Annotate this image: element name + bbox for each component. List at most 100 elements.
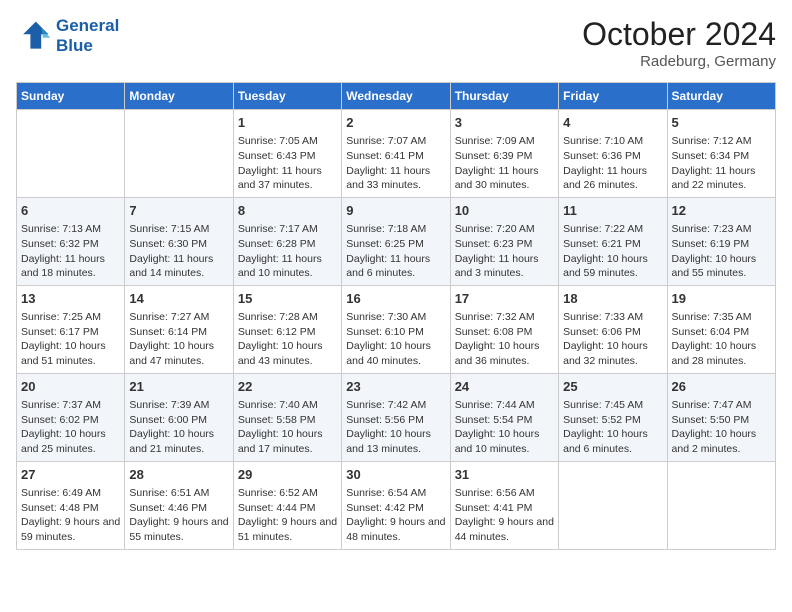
- calendar-cell: [559, 461, 667, 549]
- calendar-cell: 21 Sunrise: 7:39 AMSunset: 6:00 PMDayligh…: [125, 373, 233, 461]
- cell-sun-info: Sunrise: 7:13 AMSunset: 6:32 PMDaylight:…: [21, 222, 120, 281]
- calendar-cell: 31 Sunrise: 6:56 AMSunset: 4:41 PMDayligh…: [450, 461, 558, 549]
- logo: General Blue: [16, 16, 119, 55]
- cell-day-number: 30: [346, 466, 445, 484]
- cell-day-number: 21: [129, 378, 228, 396]
- calendar-cell: 3 Sunrise: 7:09 AMSunset: 6:39 PMDaylight…: [450, 110, 558, 198]
- cell-day-number: 22: [238, 378, 337, 396]
- weekday-header: Sunday: [17, 83, 125, 110]
- cell-sun-info: Sunrise: 7:09 AMSunset: 6:39 PMDaylight:…: [455, 134, 554, 193]
- calendar-cell: 16Sunrise: 7:30 AMSunset: 6:10 PMDayligh…: [342, 285, 450, 373]
- cell-day-number: 16: [346, 290, 445, 308]
- cell-sun-info: Sunrise: 7:35 AMSunset: 6:04 PMDaylight:…: [672, 310, 771, 369]
- calendar-cell: [17, 110, 125, 198]
- calendar-cell: 29Sunrise: 6:52 AMSunset: 4:44 PMDayligh…: [233, 461, 341, 549]
- cell-sun-info: Sunrise: 7:17 AMSunset: 6:28 PMDaylight:…: [238, 222, 337, 281]
- cell-day-number: 18: [563, 290, 662, 308]
- cell-day-number: 23: [346, 378, 445, 396]
- calendar-cell: 2Sunrise: 7:07 AMSunset: 6:41 PMDaylight…: [342, 110, 450, 198]
- calendar-cell: 14Sunrise: 7:27 AMSunset: 6:14 PMDayligh…: [125, 285, 233, 373]
- cell-day-number: 2: [346, 114, 445, 132]
- cell-sun-info: Sunrise: 6:56 AMSunset: 4:41 PMDaylight:…: [455, 486, 554, 545]
- cell-day-number: 4: [563, 114, 662, 132]
- cell-sun-info: Sunrise: 7:22 AMSunset: 6:21 PMDaylight:…: [563, 222, 662, 281]
- calendar-cell: 9 Sunrise: 7:18 AMSunset: 6:25 PMDaylight…: [342, 197, 450, 285]
- calendar-cell: 5 Sunrise: 7:12 AMSunset: 6:34 PMDaylight…: [667, 110, 775, 198]
- cell-sun-info: Sunrise: 7:12 AMSunset: 6:34 PMDaylight:…: [672, 134, 771, 193]
- cell-sun-info: Sunrise: 7:45 AMSunset: 5:52 PMDaylight:…: [563, 398, 662, 457]
- cell-sun-info: Sunrise: 7:25 AMSunset: 6:17 PMDaylight:…: [21, 310, 120, 369]
- cell-day-number: 19: [672, 290, 771, 308]
- cell-day-number: 12: [672, 202, 771, 220]
- month-title: October 2024: [582, 16, 776, 53]
- weekday-header: Thursday: [450, 83, 558, 110]
- calendar-cell: 6 Sunrise: 7:13 AMSunset: 6:32 PMDaylight…: [17, 197, 125, 285]
- calendar-cell: 17Sunrise: 7:32 AMSunset: 6:08 PMDayligh…: [450, 285, 558, 373]
- cell-sun-info: Sunrise: 6:51 AMSunset: 4:46 PMDaylight:…: [129, 486, 228, 545]
- title-block: October 2024 Radeburg, Germany: [582, 16, 776, 70]
- cell-day-number: 1: [238, 114, 337, 132]
- weekday-header: Tuesday: [233, 83, 341, 110]
- calendar-cell: 22 Sunrise: 7:40 AMSunset: 5:58 PMDayligh…: [233, 373, 341, 461]
- logo-text: General Blue: [56, 16, 119, 55]
- calendar-cell: 23Sunrise: 7:42 AMSunset: 5:56 PMDayligh…: [342, 373, 450, 461]
- cell-day-number: 29: [238, 466, 337, 484]
- cell-sun-info: Sunrise: 7:23 AMSunset: 6:19 PMDaylight:…: [672, 222, 771, 281]
- calendar-cell: 26Sunrise: 7:47 AMSunset: 5:50 PMDayligh…: [667, 373, 775, 461]
- page-header: General Blue October 2024 Radeburg, Germ…: [16, 16, 776, 70]
- cell-day-number: 20: [21, 378, 120, 396]
- cell-day-number: 27: [21, 466, 120, 484]
- calendar-cell: 15 Sunrise: 7:28 AMSunset: 6:12 PMDayligh…: [233, 285, 341, 373]
- calendar-cell: 13 Sunrise: 7:25 AMSunset: 6:17 PMDayligh…: [17, 285, 125, 373]
- cell-day-number: 7: [129, 202, 228, 220]
- cell-day-number: 8: [238, 202, 337, 220]
- calendar-cell: 4 Sunrise: 7:10 AMSunset: 6:36 PMDaylight…: [559, 110, 667, 198]
- calendar-cell: 24 Sunrise: 7:44 AMSunset: 5:54 PMDayligh…: [450, 373, 558, 461]
- cell-sun-info: Sunrise: 7:28 AMSunset: 6:12 PMDaylight:…: [238, 310, 337, 369]
- cell-sun-info: Sunrise: 7:10 AMSunset: 6:36 PMDaylight:…: [563, 134, 662, 193]
- location: Radeburg, Germany: [582, 53, 776, 70]
- cell-day-number: 9: [346, 202, 445, 220]
- calendar-cell: [667, 461, 775, 549]
- calendar-cell: 1 Sunrise: 7:05 AMSunset: 6:43 PMDaylight…: [233, 110, 341, 198]
- cell-day-number: 14: [129, 290, 228, 308]
- cell-day-number: 5: [672, 114, 771, 132]
- logo-icon: [16, 18, 52, 54]
- cell-sun-info: Sunrise: 7:18 AMSunset: 6:25 PMDaylight:…: [346, 222, 445, 281]
- calendar-cell: 27 Sunrise: 6:49 AMSunset: 4:48 PMDayligh…: [17, 461, 125, 549]
- weekday-header: Saturday: [667, 83, 775, 110]
- calendar-cell: 20Sunrise: 7:37 AMSunset: 6:02 PMDayligh…: [17, 373, 125, 461]
- cell-day-number: 15: [238, 290, 337, 308]
- cell-day-number: 11: [563, 202, 662, 220]
- cell-day-number: 28: [129, 466, 228, 484]
- calendar-week-row: 20Sunrise: 7:37 AMSunset: 6:02 PMDayligh…: [17, 373, 776, 461]
- calendar-header-row: SundayMondayTuesdayWednesdayThursdayFrid…: [17, 83, 776, 110]
- calendar-cell: 11 Sunrise: 7:22 AMSunset: 6:21 PMDayligh…: [559, 197, 667, 285]
- cell-sun-info: Sunrise: 7:15 AMSunset: 6:30 PMDaylight:…: [129, 222, 228, 281]
- calendar-week-row: 27 Sunrise: 6:49 AMSunset: 4:48 PMDayligh…: [17, 461, 776, 549]
- cell-sun-info: Sunrise: 7:44 AMSunset: 5:54 PMDaylight:…: [455, 398, 554, 457]
- cell-sun-info: Sunrise: 7:32 AMSunset: 6:08 PMDaylight:…: [455, 310, 554, 369]
- cell-sun-info: Sunrise: 7:05 AMSunset: 6:43 PMDaylight:…: [238, 134, 337, 193]
- cell-sun-info: Sunrise: 6:54 AMSunset: 4:42 PMDaylight:…: [346, 486, 445, 545]
- calendar-table: SundayMondayTuesdayWednesdayThursdayFrid…: [16, 82, 776, 550]
- calendar-week-row: 6 Sunrise: 7:13 AMSunset: 6:32 PMDaylight…: [17, 197, 776, 285]
- cell-day-number: 31: [455, 466, 554, 484]
- calendar-cell: 10Sunrise: 7:20 AMSunset: 6:23 PMDayligh…: [450, 197, 558, 285]
- cell-day-number: 10: [455, 202, 554, 220]
- cell-sun-info: Sunrise: 7:33 AMSunset: 6:06 PMDaylight:…: [563, 310, 662, 369]
- cell-day-number: 24: [455, 378, 554, 396]
- cell-day-number: 6: [21, 202, 120, 220]
- calendar-cell: [125, 110, 233, 198]
- weekday-header: Friday: [559, 83, 667, 110]
- calendar-cell: 30 Sunrise: 6:54 AMSunset: 4:42 PMDayligh…: [342, 461, 450, 549]
- cell-sun-info: Sunrise: 6:49 AMSunset: 4:48 PMDaylight:…: [21, 486, 120, 545]
- cell-day-number: 13: [21, 290, 120, 308]
- cell-day-number: 3: [455, 114, 554, 132]
- weekday-header: Monday: [125, 83, 233, 110]
- calendar-cell: 7 Sunrise: 7:15 AMSunset: 6:30 PMDaylight…: [125, 197, 233, 285]
- calendar-week-row: 13 Sunrise: 7:25 AMSunset: 6:17 PMDayligh…: [17, 285, 776, 373]
- cell-sun-info: Sunrise: 7:39 AMSunset: 6:00 PMDaylight:…: [129, 398, 228, 457]
- calendar-cell: 28 Sunrise: 6:51 AMSunset: 4:46 PMDayligh…: [125, 461, 233, 549]
- cell-sun-info: Sunrise: 7:40 AMSunset: 5:58 PMDaylight:…: [238, 398, 337, 457]
